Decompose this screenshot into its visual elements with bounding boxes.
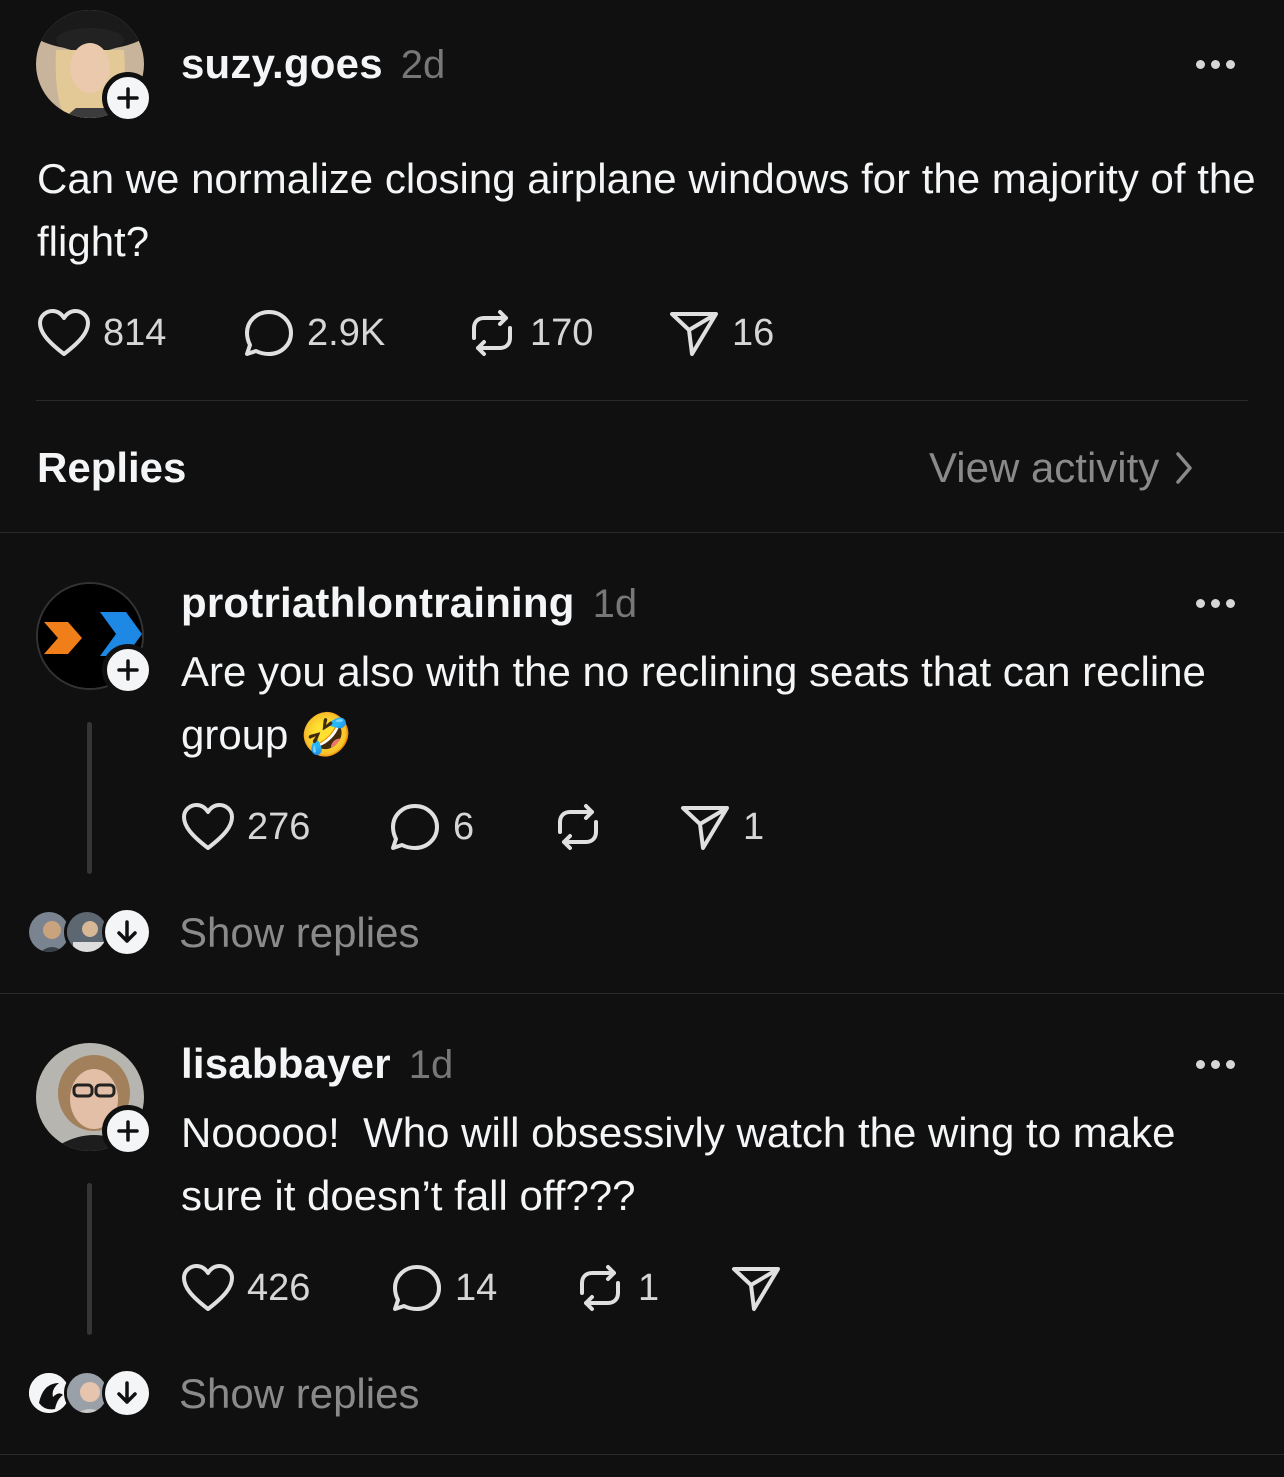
like-count: 276 xyxy=(247,805,311,848)
repost-icon xyxy=(580,1265,620,1311)
show-replies-button[interactable] xyxy=(102,1368,152,1418)
divider xyxy=(0,532,1284,533)
share-icon xyxy=(732,1267,780,1311)
post-time: 2d xyxy=(400,43,446,87)
repost-button[interactable] xyxy=(552,802,616,852)
comment-icon xyxy=(245,310,293,356)
share-count: 1 xyxy=(743,805,765,848)
plus-icon xyxy=(117,659,139,681)
comment-count: 14 xyxy=(455,1266,498,1309)
thread-line xyxy=(87,1183,92,1335)
share-button[interactable]: 1 xyxy=(679,802,764,852)
comment-icon xyxy=(393,1265,441,1311)
repost-button[interactable]: 1 xyxy=(574,1263,659,1313)
heart-icon xyxy=(182,1264,234,1311)
more-icon[interactable] xyxy=(1196,60,1235,69)
divider xyxy=(0,1454,1284,1455)
divider xyxy=(36,400,1248,401)
comment-count: 2.9K xyxy=(307,311,386,354)
follow-button[interactable] xyxy=(102,1105,154,1157)
reply-text: Nooooo! Who will obsessivly watch the wi… xyxy=(181,1109,1188,1219)
repost-icon xyxy=(558,804,598,850)
view-activity-link[interactable]: View activity xyxy=(929,444,1195,492)
username[interactable]: protriathlontraining xyxy=(181,579,575,627)
show-replies-label[interactable]: Show replies xyxy=(179,909,419,957)
comment-button[interactable]: 2.9K xyxy=(243,308,385,358)
share-button[interactable]: 16 xyxy=(668,308,774,358)
repost-button[interactable]: 170 xyxy=(466,308,593,358)
follow-button[interactable] xyxy=(102,644,154,696)
repost-count: 1 xyxy=(638,1266,660,1309)
thread-line xyxy=(87,722,92,874)
divider xyxy=(0,993,1284,994)
like-count: 426 xyxy=(247,1266,311,1309)
like-count: 814 xyxy=(103,311,167,354)
follow-button[interactable] xyxy=(102,72,154,124)
like-button[interactable]: 276 xyxy=(181,802,310,852)
replies-heading[interactable]: Replies xyxy=(37,444,186,492)
like-button[interactable]: 814 xyxy=(37,308,166,358)
heart-icon xyxy=(182,803,234,850)
heart-icon xyxy=(38,309,90,356)
share-icon xyxy=(681,806,729,850)
comment-icon xyxy=(391,804,439,850)
more-icon[interactable] xyxy=(1196,599,1235,608)
comment-button[interactable]: 6 xyxy=(389,802,474,852)
repost-count: 170 xyxy=(530,311,594,354)
arrow-down-icon xyxy=(117,1381,137,1404)
chevron-right-icon xyxy=(1176,452,1193,484)
repost-icon xyxy=(472,310,512,356)
reply-text: Are you also with the no reclining seats… xyxy=(181,648,1206,758)
like-button[interactable]: 426 xyxy=(181,1263,310,1313)
comment-button[interactable]: 14 xyxy=(391,1263,497,1313)
view-activity-label: View activity xyxy=(929,444,1160,491)
share-icon xyxy=(670,312,718,356)
show-replies-label[interactable]: Show replies xyxy=(179,1370,419,1418)
plus-icon xyxy=(117,87,139,109)
comment-count: 6 xyxy=(453,805,475,848)
share-count: 16 xyxy=(732,311,775,354)
arrow-down-icon xyxy=(117,920,137,943)
username[interactable]: lisabbayer xyxy=(181,1040,391,1088)
plus-icon xyxy=(117,1120,139,1142)
more-icon[interactable] xyxy=(1196,1060,1235,1069)
reply-time: 1d xyxy=(592,582,638,626)
show-replies-button[interactable] xyxy=(102,907,152,957)
username[interactable]: suzy.goes xyxy=(181,40,383,88)
share-button[interactable] xyxy=(730,1263,794,1313)
reply-time: 1d xyxy=(408,1043,454,1087)
post-text: Can we normalize closing airplane window… xyxy=(37,155,1256,265)
